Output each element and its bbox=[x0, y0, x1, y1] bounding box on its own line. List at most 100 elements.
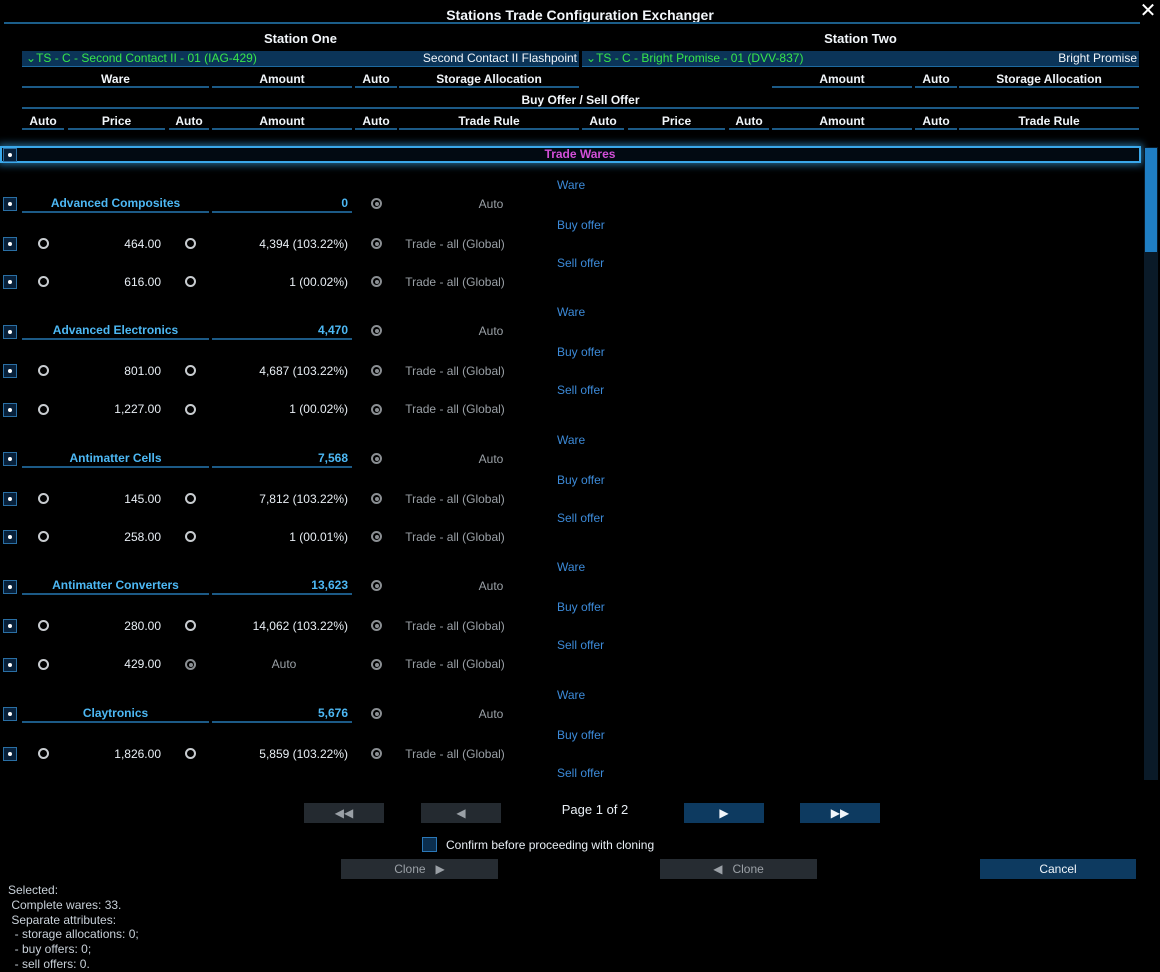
buy-offer-select[interactable] bbox=[3, 747, 17, 761]
storage-auto-radio[interactable] bbox=[371, 325, 382, 336]
ware-select[interactable] bbox=[3, 197, 17, 211]
ware-select[interactable] bbox=[3, 707, 17, 721]
sell-amount: 1 (00.01%) bbox=[289, 530, 348, 544]
arrow-left-icon: ◀ bbox=[713, 862, 730, 876]
buy-trade-rule: Trade - all (Global) bbox=[405, 492, 505, 506]
sell-price-auto-radio[interactable] bbox=[185, 531, 196, 542]
status-line: - sell offers: 0. bbox=[8, 956, 90, 971]
buy-enabled-radio[interactable] bbox=[38, 493, 49, 504]
storage-auto-radio[interactable] bbox=[371, 580, 382, 591]
storage-auto-radio[interactable] bbox=[371, 198, 382, 209]
buy-offer-select[interactable] bbox=[3, 364, 17, 378]
buy-price-auto-radio[interactable] bbox=[185, 238, 196, 249]
ware-amount: 5,676 bbox=[212, 705, 352, 723]
sell-offer-select[interactable] bbox=[3, 658, 17, 672]
mid-label-buy: Buy offer bbox=[557, 728, 605, 742]
buy-enabled-radio[interactable] bbox=[38, 365, 49, 376]
storage-auto-label: Auto bbox=[478, 452, 504, 466]
sell-offer-select[interactable] bbox=[3, 275, 17, 289]
ware-amount: 0 bbox=[212, 195, 352, 213]
sell-offer-select[interactable] bbox=[3, 530, 17, 544]
buy-amount: 4,394 (103.22%) bbox=[259, 237, 348, 251]
sell-rule-auto-radio[interactable] bbox=[371, 659, 382, 670]
ware-select[interactable] bbox=[3, 580, 17, 594]
buy-price-auto-radio[interactable] bbox=[185, 365, 196, 376]
buy-enabled-radio[interactable] bbox=[38, 238, 49, 249]
sell-rule-auto-radio[interactable] bbox=[371, 404, 382, 415]
buy-rule-auto-radio[interactable] bbox=[371, 238, 382, 249]
sell-trade-rule: Trade - all (Global) bbox=[405, 275, 505, 289]
buy-price-auto-radio[interactable] bbox=[185, 493, 196, 504]
buy-price-auto-radio[interactable] bbox=[185, 620, 196, 631]
mid-label-buy: Buy offer bbox=[557, 345, 605, 359]
station-one-label: Station One bbox=[264, 31, 337, 46]
sell-price-auto-radio[interactable] bbox=[185, 659, 196, 670]
mid-label-buy: Buy offer bbox=[557, 600, 605, 614]
storage-auto-label: Auto bbox=[478, 579, 504, 593]
storage-auto-radio[interactable] bbox=[371, 453, 382, 464]
sell-amount: 1 (00.02%) bbox=[289, 402, 348, 416]
ware-name: Advanced Electronics bbox=[22, 322, 209, 340]
buy-rule-auto-radio[interactable] bbox=[371, 748, 382, 759]
buy-price: 464.00 bbox=[124, 237, 161, 251]
col-buy-auto-2: Auto bbox=[582, 114, 624, 130]
mid-label-ware: Ware bbox=[557, 178, 586, 192]
status-line: - buy offers: 0; bbox=[8, 942, 92, 957]
mid-label-ware: Ware bbox=[557, 688, 586, 702]
station-one-selector[interactable]: ⌄TS - C - Second Contact II - 01 (IAG-42… bbox=[22, 51, 579, 67]
buy-rule-auto-radio[interactable] bbox=[371, 365, 382, 376]
mid-label-sell: Sell offer bbox=[557, 256, 605, 270]
sell-price-auto-radio[interactable] bbox=[185, 276, 196, 287]
sell-rule-auto-radio[interactable] bbox=[371, 276, 382, 287]
buy-offer-select[interactable] bbox=[3, 492, 17, 506]
sell-enabled-radio[interactable] bbox=[38, 404, 49, 415]
storage-auto-radio[interactable] bbox=[371, 708, 382, 719]
next-page-button[interactable]: ▶ bbox=[684, 803, 764, 823]
ware-select[interactable] bbox=[3, 325, 17, 339]
sell-enabled-radio[interactable] bbox=[38, 531, 49, 542]
sell-price-auto-radio[interactable] bbox=[185, 404, 196, 415]
sell-price: 616.00 bbox=[124, 275, 161, 289]
buy-price: 280.00 bbox=[124, 619, 161, 633]
clone-right-button[interactable]: Clone ▶ bbox=[341, 859, 498, 879]
trade-wares-label: Trade Wares bbox=[544, 147, 616, 161]
buy-trade-rule: Trade - all (Global) bbox=[405, 364, 505, 378]
scrollbar-thumb[interactable] bbox=[1145, 148, 1157, 252]
station-one-dropdown[interactable]: ⌄TS - C - Second Contact II - 01 (IAG-42… bbox=[22, 51, 257, 65]
buy-offer-select[interactable] bbox=[3, 619, 17, 633]
window-title: Stations Trade Configuration Exchanger bbox=[446, 7, 714, 23]
sell-price: 258.00 bbox=[124, 530, 161, 544]
sell-rule-auto-radio[interactable] bbox=[371, 531, 382, 542]
station-two-selector-text: TS - C - Bright Promise - 01 (DVV-837) bbox=[596, 51, 804, 65]
mid-label-ware: Ware bbox=[557, 433, 586, 447]
buy-price-auto-radio[interactable] bbox=[185, 748, 196, 759]
col-offer-amount-2: Amount bbox=[772, 114, 912, 130]
ware-select[interactable] bbox=[3, 452, 17, 466]
station-two-selector[interactable]: ⌄TS - C - Bright Promise - 01 (DVV-837) … bbox=[582, 51, 1139, 67]
status-line: Complete wares: 33. bbox=[8, 897, 122, 912]
col-storage: Storage Allocation bbox=[399, 72, 579, 88]
prev-page-button[interactable]: ◀ bbox=[421, 803, 501, 823]
first-page-button[interactable]: ◀◀ bbox=[304, 803, 384, 823]
buy-enabled-radio[interactable] bbox=[38, 620, 49, 631]
ware-amount: 13,623 bbox=[212, 577, 352, 595]
buy-rule-auto-radio[interactable] bbox=[371, 493, 382, 504]
sell-enabled-radio[interactable] bbox=[38, 659, 49, 670]
clone-left-label: Clone bbox=[732, 862, 764, 876]
sell-trade-rule: Trade - all (Global) bbox=[405, 657, 505, 671]
mid-label-sell: Sell offer bbox=[557, 511, 605, 525]
cancel-button[interactable]: Cancel bbox=[980, 859, 1136, 879]
buy-rule-auto-radio[interactable] bbox=[371, 620, 382, 631]
last-page-button[interactable]: ▶▶ bbox=[800, 803, 880, 823]
sell-enabled-radio[interactable] bbox=[38, 276, 49, 287]
col-storage-2: Storage Allocation bbox=[959, 72, 1139, 88]
buy-enabled-radio[interactable] bbox=[38, 748, 49, 759]
col-trade-rule: Trade Rule bbox=[399, 114, 579, 130]
confirm-checkbox[interactable] bbox=[422, 837, 437, 852]
station-two-dropdown[interactable]: ⌄TS - C - Bright Promise - 01 (DVV-837) bbox=[582, 51, 803, 65]
clone-left-button[interactable]: ◀ Clone bbox=[660, 859, 817, 879]
close-icon[interactable]: ✕ bbox=[1139, 1, 1157, 21]
sell-offer-select[interactable] bbox=[3, 403, 17, 417]
buy-offer-select[interactable] bbox=[3, 237, 17, 251]
col-price-2: Price bbox=[628, 114, 725, 130]
